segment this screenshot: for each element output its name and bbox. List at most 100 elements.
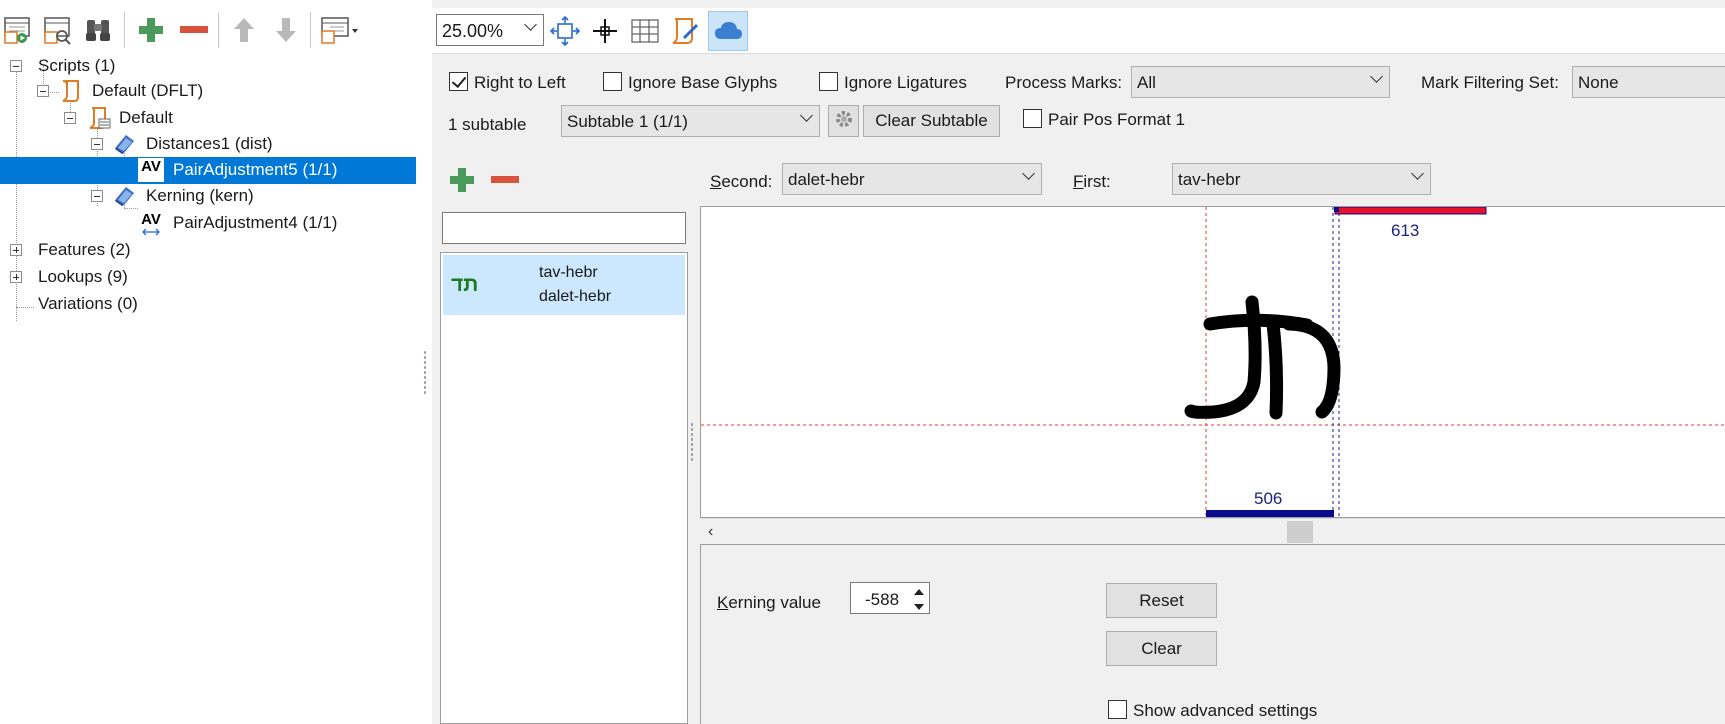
options-dropdown-icon[interactable] (318, 12, 364, 48)
tree-item-pairadjustment5[interactable]: AV PairAdjustment5 (1/1) (0, 157, 416, 184)
glyph-preview-drawing (701, 207, 1725, 519)
ignore-base-glyphs-label: Ignore Base Glyphs (628, 73, 778, 92)
process-marks-select[interactable]: All (1131, 66, 1390, 98)
collapse-icon[interactable] (91, 190, 103, 202)
edit-glyph-icon[interactable] (668, 14, 702, 48)
fit-to-window-icon[interactable] (548, 14, 582, 48)
lookup-tree[interactable]: Scripts (1) Default (DFLT) Default Dista… (0, 52, 416, 724)
right-to-left-checkbox[interactable] (449, 72, 468, 91)
first-glyph-value: tav-hebr (1178, 170, 1241, 189)
chevron-down-icon (524, 18, 537, 31)
advance-width-bottom: 506 (1254, 489, 1283, 508)
subtable-count-label: 1 subtable (448, 115, 527, 134)
subtable-value: Subtable 1 (1/1) (567, 112, 688, 131)
remove-icon[interactable] (176, 12, 212, 48)
binoculars-icon[interactable] (80, 12, 116, 48)
pair-kern-icon: AV (138, 158, 164, 182)
pair-kern-icon-glyph: AV (141, 211, 161, 228)
tree-item-features[interactable]: Features (2) (0, 237, 416, 264)
mark-filtering-label: Mark Filtering Set: (1421, 73, 1559, 92)
kerning-value-label: Kerning value (717, 593, 821, 612)
ignore-base-glyphs-checkbox[interactable] (603, 72, 622, 91)
tree-item-label: Lookups (9) (38, 267, 128, 286)
cloud-icon[interactable] (708, 11, 748, 51)
list-item[interactable]: תד tav-hebr dalet-hebr (443, 255, 685, 315)
pair-list[interactable]: תד tav-hebr dalet-hebr (440, 252, 688, 724)
first-glyph-label: First: (1073, 172, 1111, 191)
tree-item-pairadjustment4[interactable]: AV PairAdjustment4 (1/1) (0, 210, 416, 237)
reset-label: Reset (1139, 590, 1184, 610)
remove-pair-icon[interactable] (490, 170, 520, 195)
glyph-preview-canvas[interactable]: 613 506 (700, 206, 1725, 519)
reset-button[interactable]: Reset (1106, 583, 1217, 618)
collapse-icon[interactable] (64, 112, 76, 124)
show-advanced-checkbox[interactable] (1108, 700, 1127, 719)
tree-item-label: PairAdjustment5 (1/1) (173, 160, 338, 179)
collapse-icon[interactable] (91, 138, 103, 150)
pair-pos-format-label: Pair Pos Format 1 (1048, 110, 1185, 129)
mark-filtering-select[interactable]: None (1572, 66, 1725, 98)
splitter-handle[interactable] (423, 350, 427, 394)
glyph-grid-icon[interactable] (628, 14, 662, 48)
spin-down-icon[interactable] (909, 599, 929, 613)
first-glyph-select[interactable]: tav-hebr (1172, 163, 1431, 195)
feature-tag-icon (114, 133, 136, 160)
expand-icon[interactable] (10, 244, 22, 256)
add-icon[interactable] (133, 12, 169, 48)
run-script-icon[interactable] (0, 12, 36, 48)
top-strip (432, 0, 1725, 8)
scroll-left-icon[interactable]: ‹ (708, 523, 713, 541)
expand-icon[interactable] (10, 271, 22, 283)
pair-kern-icon-glyph: AV (141, 158, 161, 175)
subtable-settings-button[interactable] (828, 105, 859, 137)
zoom-select[interactable]: 25.00% (436, 14, 544, 46)
spin-up-icon[interactable] (909, 584, 929, 598)
mark-filtering-value: None (1578, 73, 1619, 92)
collapse-icon[interactable] (10, 60, 22, 72)
show-advanced-label: Show advanced settings (1133, 701, 1318, 720)
second-glyph-label: Second: (710, 172, 773, 191)
tree-item-default-language[interactable]: Default (0, 105, 416, 132)
tree-item-label: PairAdjustment4 (1/1) (173, 213, 338, 232)
tree-item-label: Distances1 (dist) (146, 134, 273, 153)
clear-label: Clear (1141, 638, 1182, 658)
advance-width-top: 613 (1391, 221, 1420, 240)
pair-filter-input[interactable] (442, 212, 686, 244)
tree-item-label: Scripts (1) (38, 56, 116, 75)
kerning-value-spinbox[interactable]: -588 (850, 582, 930, 614)
tree-item-label: Features (2) (38, 240, 131, 259)
tree-item-label: Default (DFLT) (92, 81, 204, 100)
crosshair-icon[interactable] (588, 14, 622, 48)
toolbar-separator (124, 12, 125, 48)
tree-item-scripts[interactable]: Scripts (1) (0, 53, 416, 80)
preview-toolbar: 25.00% (432, 8, 1725, 54)
tree-item-kerning[interactable]: Kerning (kern) (0, 183, 416, 210)
tree-item-lookups[interactable]: Lookups (9) (0, 264, 416, 291)
pair-pos-format-checkbox[interactable] (1023, 109, 1042, 128)
script-icon (60, 79, 82, 108)
add-pair-icon[interactable] (448, 166, 476, 199)
clear-subtable-button[interactable]: Clear Subtable (863, 105, 1000, 137)
right-to-left-label: Right to Left (474, 73, 566, 92)
second-glyph-value: dalet-hebr (788, 170, 865, 189)
clear-button[interactable]: Clear (1106, 631, 1217, 666)
preview-horizontal-scrollbar[interactable]: ‹ (700, 518, 1725, 544)
move-down-icon[interactable] (268, 12, 304, 48)
find-lookup-icon[interactable] (40, 12, 76, 48)
scrollbar-thumb[interactable] (1287, 521, 1313, 543)
collapse-icon[interactable] (37, 85, 49, 97)
tree-item-distances1[interactable]: Distances1 (dist) (0, 131, 416, 158)
move-up-icon[interactable] (226, 12, 262, 48)
ignore-ligatures-checkbox[interactable] (819, 72, 838, 91)
tree-item-default-dflt[interactable]: Default (DFLT) (0, 78, 416, 105)
chevron-down-icon (800, 109, 813, 122)
chevron-down-icon (1370, 70, 1383, 83)
feature-tag-icon (114, 185, 136, 212)
gear-icon (834, 109, 854, 134)
second-glyph-select[interactable]: dalet-hebr (782, 163, 1042, 195)
subtable-select[interactable]: Subtable 1 (1/1) (561, 105, 820, 137)
ignore-ligatures-label: Ignore Ligatures (844, 73, 967, 92)
splitter-handle[interactable] (690, 422, 694, 462)
tree-item-variations[interactable]: Variations (0) (0, 291, 416, 318)
chevron-down-icon (1022, 167, 1035, 180)
